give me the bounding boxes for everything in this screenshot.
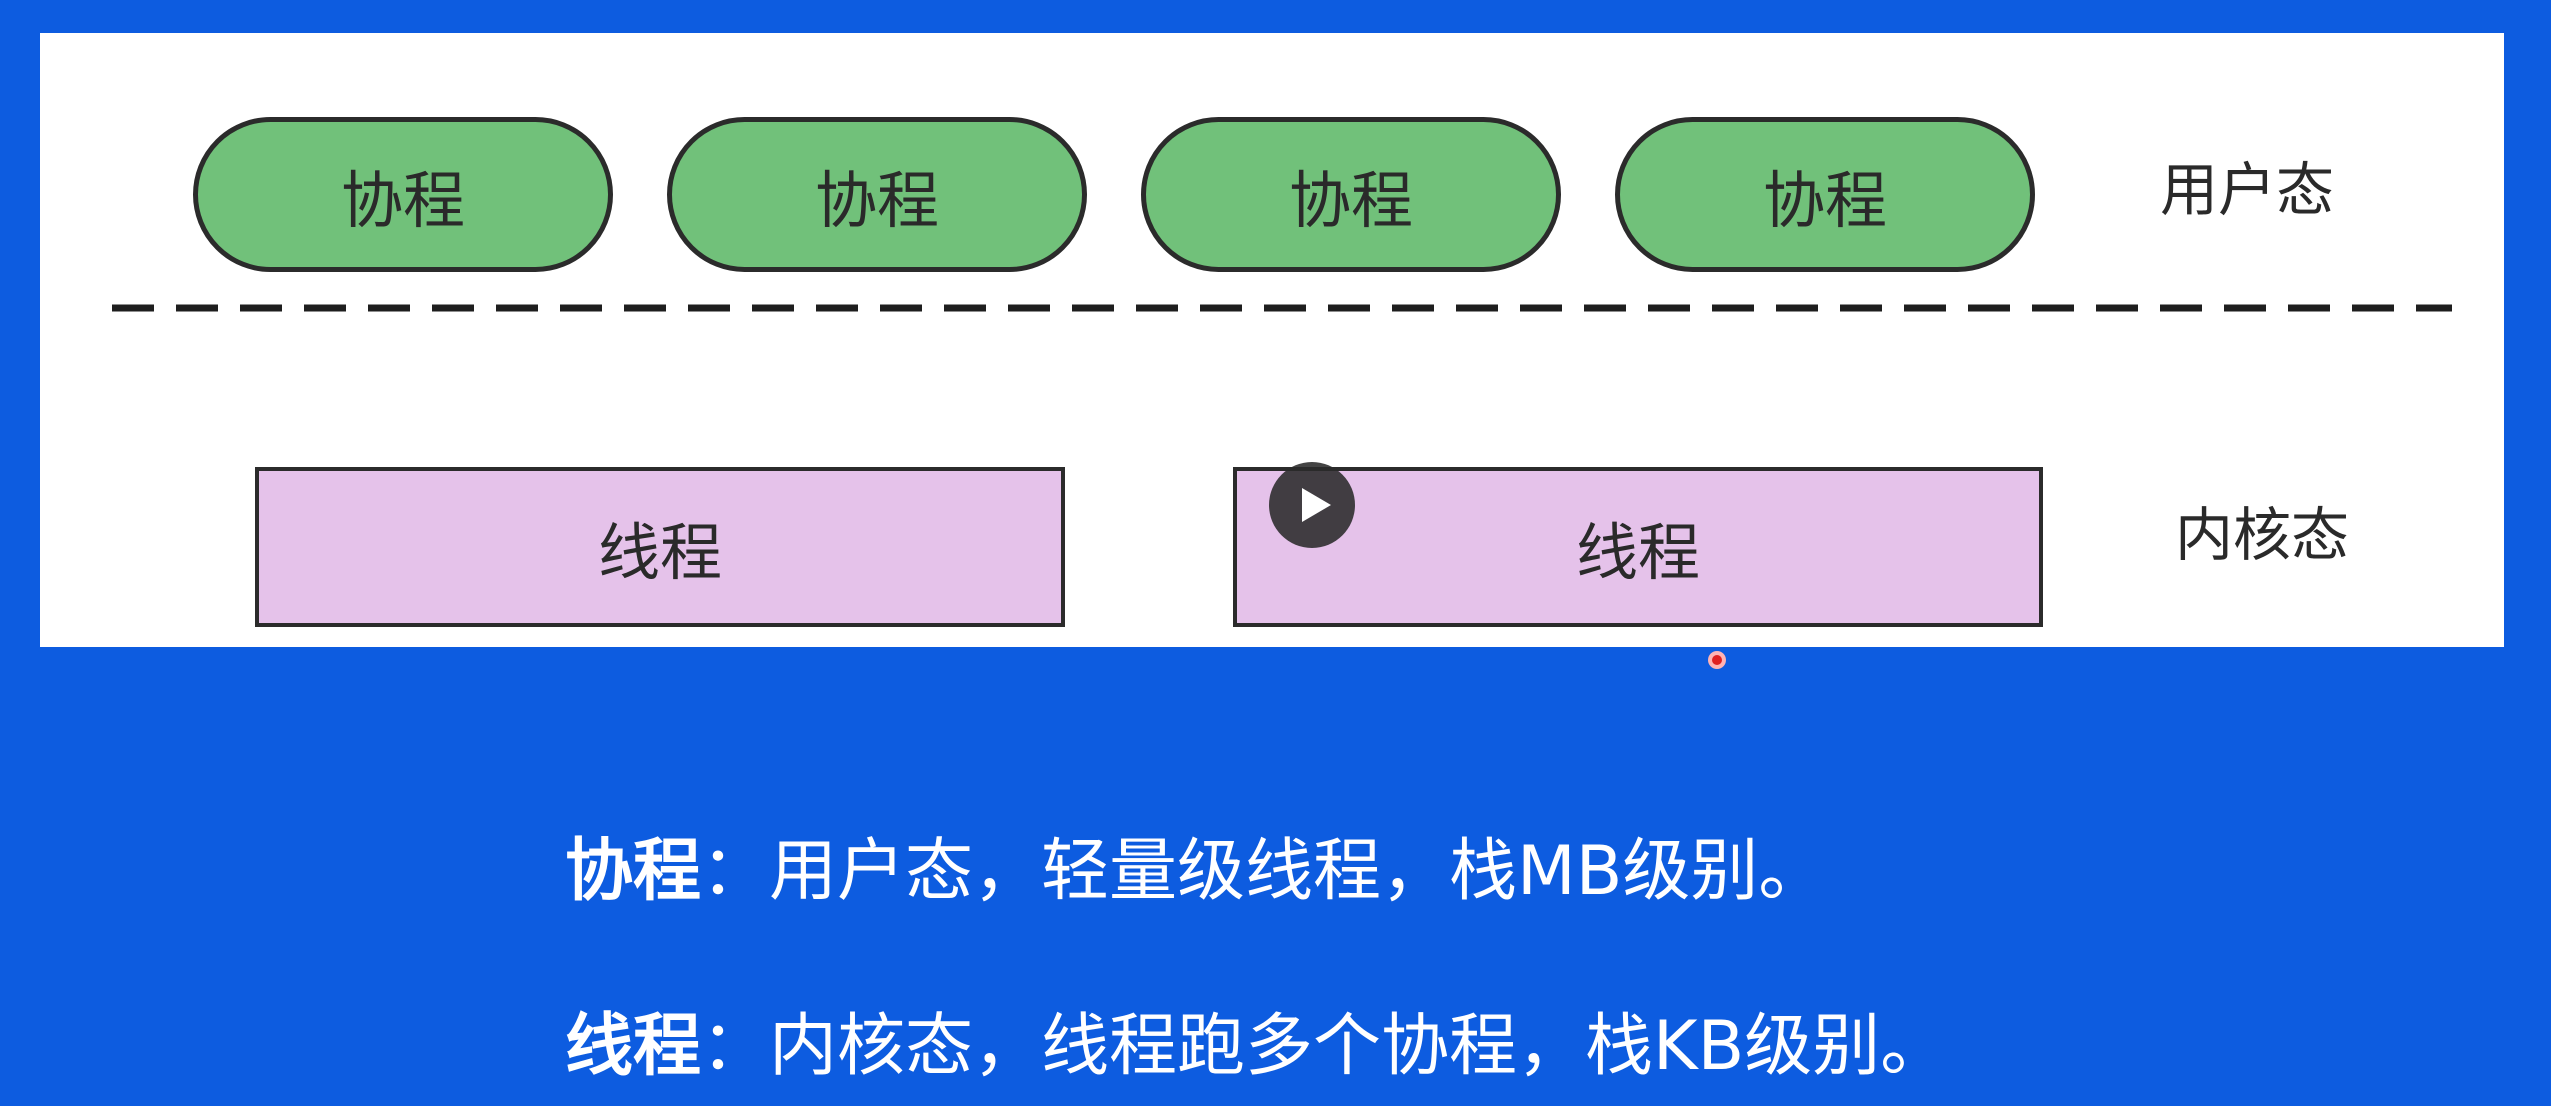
- thread-label: 线程: [597, 516, 722, 589]
- caption-term: 协程: [565, 832, 702, 911]
- coroutine-label: 协程: [814, 163, 939, 237]
- caption-separator: ：: [701, 1007, 770, 1086]
- play-icon[interactable]: [1269, 462, 1355, 548]
- coroutine-box-4: 协程: [1615, 117, 2035, 272]
- caption-text: 内核态，线程跑多个协程，栈KB级别。: [769, 1007, 1949, 1086]
- caption-text: 用户态，轻量级线程，栈MB级别。: [769, 832, 1827, 911]
- user-mode-label: 用户态: [2160, 156, 2335, 224]
- coroutine-box-1: 协程: [193, 117, 613, 272]
- coroutine-caption: 协程：用户态，轻量级线程，栈MB级别。: [565, 815, 1826, 914]
- diagram-panel: 协程 协程 协程 协程 用户态 线程 线程 内核态: [40, 33, 2504, 669]
- caption-separator: ：: [701, 832, 770, 911]
- slide: 协程 协程 协程 协程 用户态 线程 线程 内核态 协程：用户态，轻量级线程，栈…: [0, 0, 2551, 1106]
- coroutine-box-2: 协程: [667, 117, 1087, 272]
- kernel-mode-label: 内核态: [2175, 501, 2350, 569]
- coroutine-box-3: 协程: [1141, 117, 1561, 272]
- thread-label: 线程: [1575, 516, 1700, 589]
- thread-box-1: 线程: [255, 467, 1065, 627]
- coroutine-label: 协程: [1762, 163, 1887, 237]
- coroutine-label: 协程: [1288, 163, 1413, 237]
- coroutine-label: 协程: [340, 163, 465, 237]
- mode-boundary-dashed-line: [112, 304, 2452, 312]
- caption-term: 线程: [565, 1007, 702, 1086]
- red-dot-icon: [1708, 651, 1726, 669]
- thread-caption: 线程：内核态，线程跑多个协程，栈KB级别。: [565, 990, 1948, 1089]
